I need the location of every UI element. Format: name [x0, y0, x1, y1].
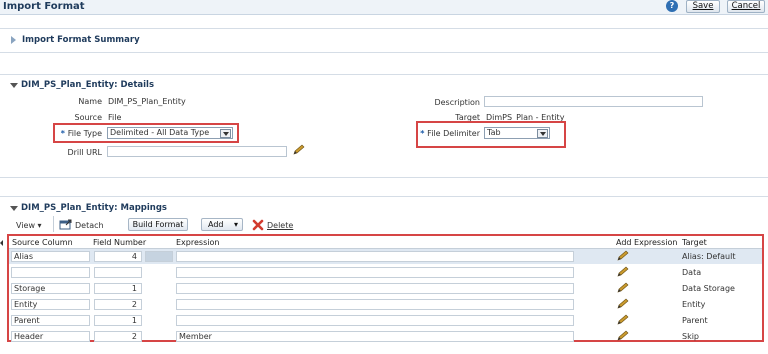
- expression-cell[interactable]: [176, 251, 574, 262]
- splitter-arrow-icon[interactable]: [0, 240, 3, 246]
- add-expression-pencil-icon[interactable]: [616, 330, 629, 341]
- collapse-triangle-icon[interactable]: [10, 206, 18, 211]
- field-number-cell[interactable]: 1: [94, 283, 142, 294]
- add-expression-pencil-icon[interactable]: [616, 282, 629, 293]
- drill-url-edit-pencil-icon[interactable]: [292, 144, 305, 155]
- collapse-triangle-icon[interactable]: [10, 83, 18, 88]
- field-number-cell[interactable]: 4: [94, 251, 142, 262]
- file-type-label: File Type: [67, 129, 102, 138]
- build-format-button[interactable]: Build Format: [128, 218, 188, 231]
- source-column-cell[interactable]: Header: [11, 331, 90, 342]
- delete-x-icon[interactable]: [252, 219, 264, 231]
- source-column-cell[interactable]: Entity: [11, 299, 90, 310]
- source-column-cell[interactable]: Storage: [11, 283, 90, 294]
- file-delimiter-label: File Delimiter: [427, 129, 480, 138]
- field-number-cell[interactable]: 2: [94, 299, 142, 310]
- detach-button[interactable]: Detach: [75, 221, 104, 230]
- mappings-title: DIM_PS_Plan_Entity: Mappings: [21, 203, 167, 213]
- expand-triangle-icon[interactable]: [11, 36, 16, 44]
- source-value: File: [108, 113, 122, 122]
- file-type-label-wrap: * File Type: [56, 129, 102, 138]
- add-button-label: Add: [208, 220, 224, 229]
- view-menu-label: View: [16, 221, 35, 230]
- name-label: Name: [78, 97, 102, 106]
- file-type-value: Delimited - All Data Type: [110, 128, 210, 137]
- field-number-cell[interactable]: 1: [94, 315, 142, 326]
- help-icon[interactable]: ?: [666, 0, 678, 12]
- expression-cell[interactable]: [176, 299, 574, 310]
- drill-url-label: Drill URL: [67, 148, 102, 157]
- title-bar: Import Format ? Save Cancel: [0, 0, 768, 15]
- column-header-add-expression[interactable]: Add Expression: [616, 238, 677, 247]
- save-button[interactable]: Save: [686, 0, 720, 13]
- target-cell: Skip: [682, 332, 700, 341]
- target-cell: Alias: Default: [682, 252, 736, 261]
- mappings-table: Source Column Field Number Expression Ad…: [7, 234, 764, 342]
- target-cell: Parent: [682, 316, 708, 325]
- toolbar-divider: [53, 216, 54, 232]
- view-menu-chevron-icon: ▾: [37, 221, 42, 230]
- target-cell: Data: [682, 268, 702, 277]
- chevron-down-icon[interactable]: [220, 129, 231, 138]
- description-input[interactable]: [484, 96, 703, 107]
- add-expression-pencil-icon[interactable]: [616, 298, 629, 309]
- chevron-down-icon[interactable]: [537, 129, 548, 138]
- delete-button[interactable]: Delete: [267, 221, 293, 230]
- source-column-cell[interactable]: Parent: [11, 315, 90, 326]
- add-expression-pencil-icon[interactable]: [616, 250, 629, 261]
- add-button[interactable]: Add ▾: [201, 218, 243, 231]
- expression-cell[interactable]: Member: [176, 331, 574, 342]
- add-chevron-icon: ▾: [233, 220, 238, 229]
- field-number-spacer: [145, 251, 173, 262]
- source-column-cell[interactable]: [11, 267, 90, 278]
- column-header-source[interactable]: Source Column: [12, 238, 73, 247]
- expression-cell[interactable]: [176, 283, 574, 294]
- description-label: Description: [434, 98, 480, 107]
- file-delimiter-value: Tab: [487, 128, 501, 137]
- target-cell: Entity: [682, 300, 706, 309]
- summary-title[interactable]: Import Format Summary: [22, 35, 140, 45]
- required-asterisk-icon: *: [60, 129, 68, 138]
- file-delimiter-label-wrap: * File Delimiter: [418, 129, 480, 138]
- add-expression-pencil-icon[interactable]: [616, 266, 629, 277]
- column-header-field-number[interactable]: Field Number: [93, 238, 146, 247]
- file-delimiter-select[interactable]: Tab: [484, 127, 550, 139]
- cancel-button[interactable]: Cancel: [727, 0, 765, 13]
- expression-cell[interactable]: [176, 315, 574, 326]
- page-title: Import Format: [3, 1, 85, 12]
- file-type-select[interactable]: Delimited - All Data Type: [107, 127, 233, 139]
- field-number-cell[interactable]: 2: [94, 331, 142, 342]
- add-expression-pencil-icon[interactable]: [616, 314, 629, 325]
- details-title: DIM_PS_Plan_Entity: Details: [21, 80, 155, 90]
- target-cell: Data Storage: [682, 284, 735, 293]
- detach-icon[interactable]: [59, 219, 72, 231]
- drill-url-input[interactable]: [107, 146, 287, 157]
- column-header-target[interactable]: Target: [682, 238, 707, 247]
- source-column-cell[interactable]: Alias: [11, 251, 90, 262]
- column-header-expression[interactable]: Expression: [176, 238, 219, 247]
- cancel-button-label: Cancel: [731, 1, 761, 11]
- expression-cell[interactable]: [176, 267, 574, 278]
- name-value: DIM_PS_Plan_Entity: [108, 97, 186, 106]
- source-label: Source: [74, 113, 102, 122]
- delete-button-label: Delete: [267, 221, 294, 230]
- save-button-label: Save: [692, 1, 714, 11]
- view-menu[interactable]: View ▾: [16, 221, 42, 230]
- field-number-cell[interactable]: [94, 267, 142, 278]
